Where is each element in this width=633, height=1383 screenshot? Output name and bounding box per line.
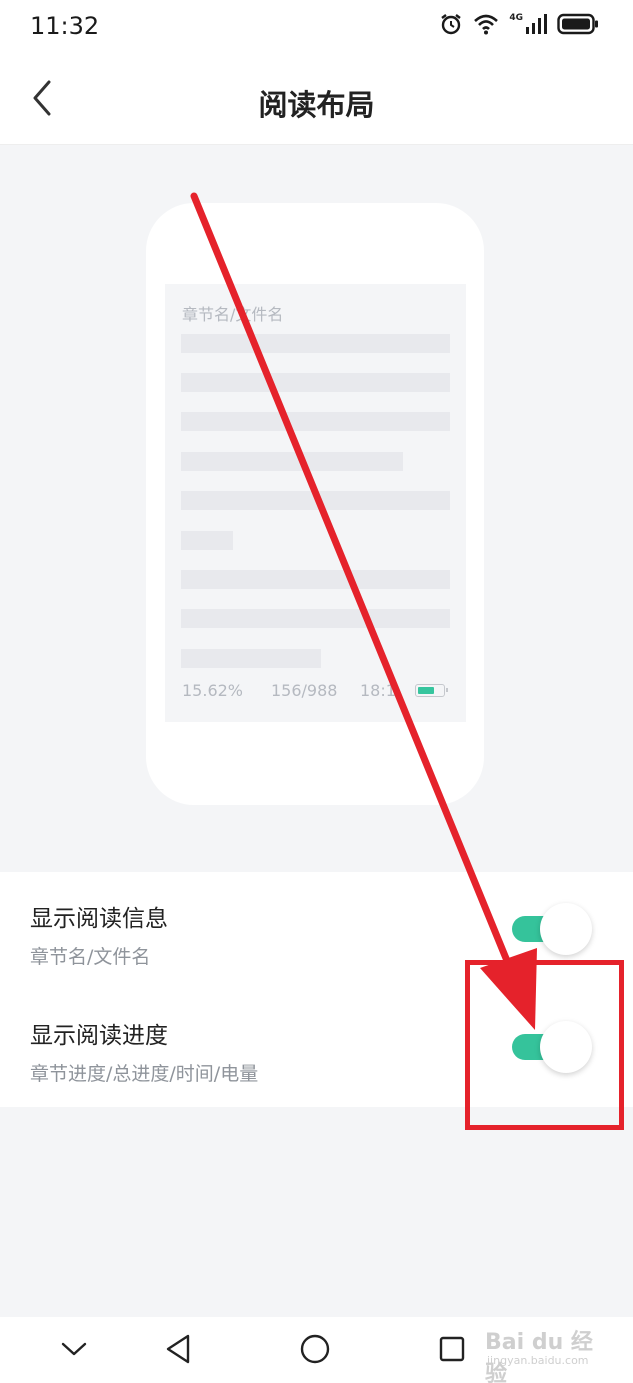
alarm-icon (439, 12, 463, 40)
status-time: 11:32 (30, 12, 100, 40)
setting-title: 显示阅读信息 (30, 906, 168, 932)
preview-text-line (181, 412, 450, 431)
status-icons: 4G (439, 12, 599, 40)
signal-icon (525, 13, 547, 39)
wifi-icon (473, 13, 499, 39)
recents-square-icon (438, 1335, 466, 1367)
watermark-sub: jingyan.baidu.com (487, 1354, 589, 1367)
setting-title: 显示阅读进度 (30, 1023, 168, 1049)
setting-show-reading-progress: 显示阅读进度 章节进度/总进度/时间/电量 (0, 989, 633, 1106)
preview-page-count: 156/988 (271, 681, 338, 700)
preview-text-line (181, 531, 233, 550)
status-bar: 11:32 4G (0, 0, 633, 54)
page-title: 阅读布局 (258, 88, 375, 122)
preview-progress-percent: 15.62% (182, 681, 244, 700)
layout-preview-page: 章节名/文件名 15.62% 156/988 18:1 (165, 284, 466, 722)
preview-battery-fill (418, 687, 434, 694)
setting-subtitle: 章节名/文件名 (30, 946, 151, 968)
preview-chapter-heading: 章节名/文件名 (182, 305, 284, 324)
toggle-knob (540, 903, 592, 955)
nav-collapse-button[interactable] (54, 1331, 94, 1371)
preview-text-line (181, 570, 450, 589)
preview-text-line (181, 373, 450, 392)
back-triangle-icon (164, 1333, 192, 1369)
preview-text-line (181, 609, 450, 628)
preview-text-line (181, 452, 403, 471)
preview-text-line (181, 491, 450, 510)
preview-text-line (181, 334, 450, 353)
preview-battery-icon (415, 684, 448, 697)
home-circle-icon (299, 1333, 331, 1369)
reading-info-toggle[interactable] (512, 903, 592, 955)
toggle-knob (540, 1021, 592, 1073)
setting-show-reading-info: 显示阅读信息 章节名/文件名 (0, 872, 633, 989)
nav-back-button[interactable] (158, 1331, 198, 1371)
nav-recents-button[interactable] (432, 1331, 472, 1371)
nav-home-button[interactable] (295, 1331, 335, 1371)
network-type-label: 4G (509, 13, 523, 23)
page-header: 阅读布局 (0, 54, 633, 145)
battery-icon (557, 13, 599, 39)
settings-list: 显示阅读信息 章节名/文件名 显示阅读进度 章节进度/总进度/时间/电量 (0, 872, 633, 1107)
setting-subtitle: 章节进度/总进度/时间/电量 (30, 1063, 259, 1085)
preview-time: 18:1 (360, 681, 396, 700)
reading-progress-toggle[interactable] (512, 1021, 592, 1073)
preview-text-line (181, 649, 321, 668)
watermark-logo: Bai du 经验 jingyan.baidu.com (485, 1320, 603, 1383)
chevron-down-icon (61, 1341, 87, 1361)
